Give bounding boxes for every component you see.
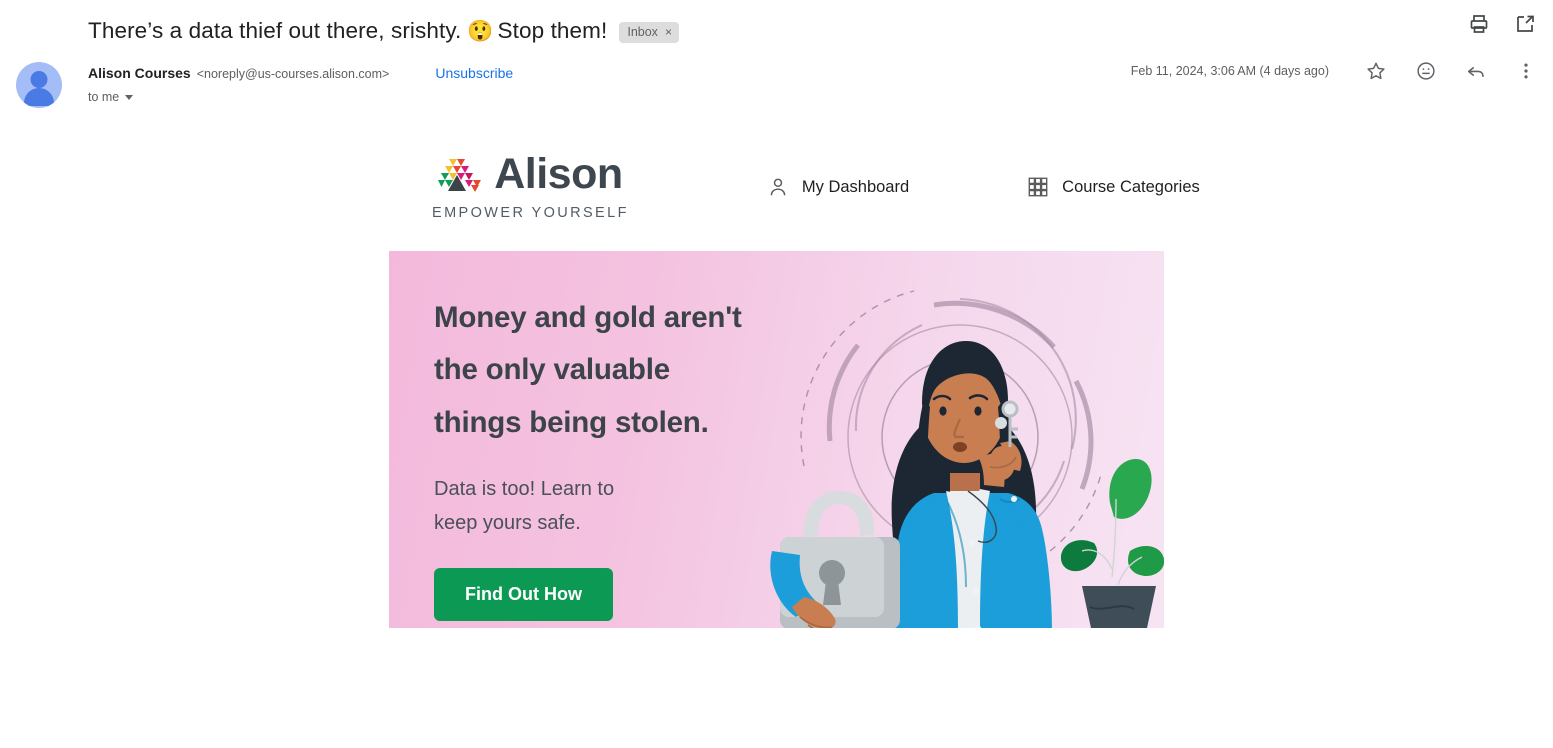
sender-row: Alison Courses <noreply@us-courses.aliso…: [0, 48, 1553, 108]
alison-tagline: EMPOWER YOURSELF: [432, 204, 629, 221]
sender-info: Alison Courses <noreply@us-courses.aliso…: [88, 62, 513, 108]
avatar[interactable]: [16, 62, 62, 108]
nav-label-my-dashboard: My Dashboard: [801, 177, 910, 196]
user-icon: [767, 176, 789, 198]
find-out-how-button[interactable]: Find Out How: [434, 567, 613, 621]
logo-row: Alison: [438, 150, 623, 198]
alison-logo-mark-icon: [438, 155, 482, 195]
add-reaction-icon[interactable]: [1415, 60, 1437, 82]
avatar-head: [30, 71, 48, 88]
remove-label-icon[interactable]: ×: [665, 26, 672, 38]
unsubscribe-link[interactable]: Unsubscribe: [435, 65, 513, 81]
open-in-new-window-icon[interactable]: [1513, 12, 1537, 36]
recipient-label: to me: [88, 90, 120, 104]
grid-icon: [1027, 176, 1049, 198]
sender-line: Alison Courses <noreply@us-courses.aliso…: [88, 65, 513, 81]
header-action-group: [1467, 12, 1537, 36]
message-action-group: Feb 11, 2024, 3:06 AM (4 days ago): [1131, 60, 1537, 82]
promo-subtext-line-1: Data is too! Learn to: [434, 478, 615, 501]
star-icon[interactable]: [1365, 60, 1387, 82]
nav-item-my-dashboard[interactable]: My Dashboard: [767, 176, 909, 198]
recipient-dropdown[interactable]: to me: [88, 90, 513, 104]
more-options-icon[interactable]: [1515, 60, 1537, 82]
email-content-wrap: Money and gold aren't the only valuable …: [0, 250, 1553, 712]
alison-logo[interactable]: Alison EMPOWER YOURSELF: [432, 150, 629, 221]
message-timestamp: Feb 11, 2024, 3:06 AM (4 days ago): [1130, 64, 1329, 78]
print-icon[interactable]: [1467, 12, 1491, 36]
avatar-body: [24, 88, 54, 106]
nav-label-course-categories: Course Categories: [1062, 177, 1200, 196]
promo-banner[interactable]: Money and gold aren't the only valuable …: [389, 250, 1164, 628]
promo-subtext-line-2: keep yours safe.: [434, 511, 581, 534]
sender-email: <noreply@us-courses.alison.com>: [196, 67, 390, 81]
subject-row: There’s a data thief out there, srishty.…: [0, 0, 1553, 48]
inbox-label-text: Inbox: [627, 24, 658, 39]
promo-headline-line-1: Money and gold aren't: [434, 300, 742, 334]
inbox-label-chip[interactable]: Inbox ×: [619, 21, 679, 43]
sender-name: Alison Courses: [88, 65, 191, 81]
email-header: There’s a data thief out there, srishty.…: [0, 0, 1553, 48]
email-subject-tail: Stop them!: [497, 18, 608, 43]
email-nav: My Dashboard Course Categories: [767, 176, 1200, 198]
email-body: Alison EMPOWER YOURSELF My Dashboard Cou…: [0, 136, 1553, 712]
astonished-face-emoji: 😲: [467, 19, 494, 43]
nav-item-course-categories[interactable]: Course Categories: [1027, 176, 1200, 198]
promo-headline-line-3: things being stolen.: [434, 405, 709, 439]
email-brand-bar: Alison EMPOWER YOURSELF My Dashboard Cou…: [0, 136, 1553, 251]
email-subject: There’s a data thief out there, srishty.: [88, 18, 462, 43]
promo-headline-line-2: the only valuable: [434, 353, 670, 387]
reply-icon[interactable]: [1465, 60, 1487, 82]
data-security-illustration: [764, 251, 1164, 628]
alison-logo-text: Alison: [494, 150, 623, 198]
chevron-down-icon[interactable]: [125, 94, 134, 100]
promo-banner-text: Money and gold aren't the only valuable …: [389, 251, 789, 628]
